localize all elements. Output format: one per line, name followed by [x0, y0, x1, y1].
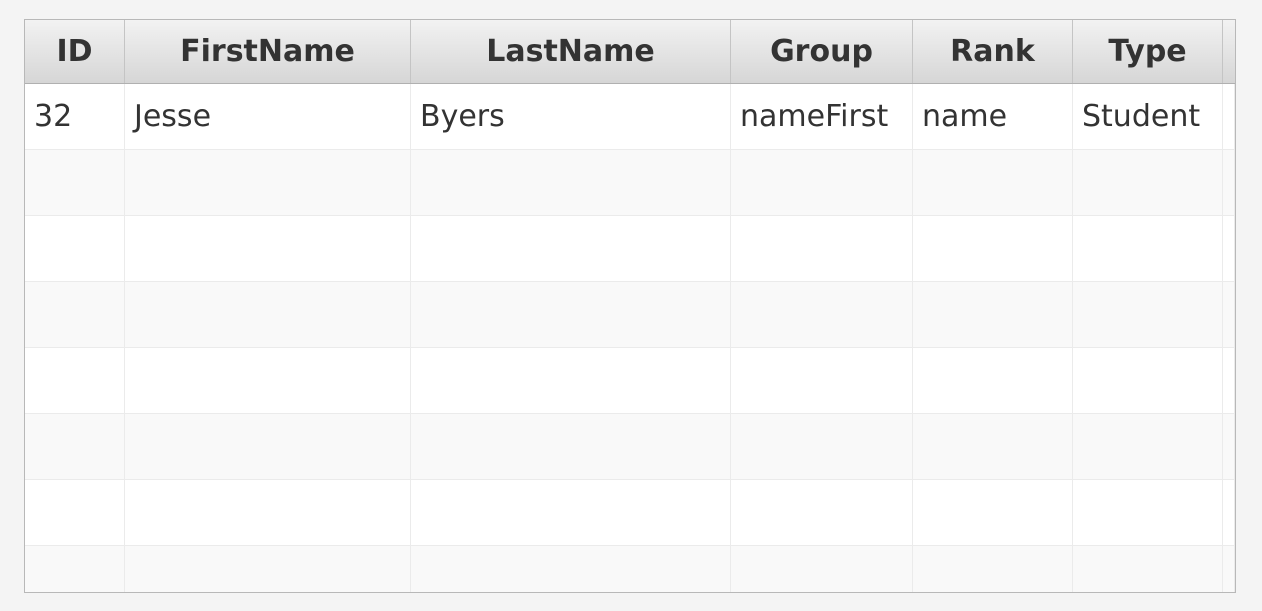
column-header-type[interactable]: Type — [1073, 20, 1223, 83]
empty-table-row — [25, 414, 1235, 480]
cell-firstname[interactable]: Jesse — [125, 84, 411, 149]
empty-cell — [1073, 150, 1223, 215]
empty-cell — [1073, 216, 1223, 281]
cell-rank[interactable]: name — [913, 84, 1073, 149]
empty-table-row — [25, 150, 1235, 216]
empty-cell — [731, 348, 913, 413]
empty-cell — [1073, 282, 1223, 347]
empty-cell — [125, 414, 411, 479]
empty-cell — [411, 216, 731, 281]
cell-filler — [1223, 348, 1235, 413]
cell-filler — [1223, 216, 1235, 281]
column-header-lastname[interactable]: LastName — [411, 20, 731, 83]
empty-cell — [913, 282, 1073, 347]
empty-cell — [913, 150, 1073, 215]
empty-cell — [411, 150, 731, 215]
empty-cell — [25, 150, 125, 215]
empty-cell — [125, 216, 411, 281]
empty-table-row — [25, 480, 1235, 546]
column-header-filler — [1223, 20, 1235, 83]
empty-cell — [731, 546, 913, 592]
empty-cell — [125, 348, 411, 413]
empty-cell — [411, 282, 731, 347]
empty-cell — [25, 414, 125, 479]
empty-cell — [25, 216, 125, 281]
cell-lastname[interactable]: Byers — [411, 84, 731, 149]
empty-cell — [913, 348, 1073, 413]
empty-cell — [913, 216, 1073, 281]
table-row[interactable]: 32 Jesse Byers nameFirst name Student — [25, 84, 1235, 150]
empty-cell — [25, 282, 125, 347]
column-header-group[interactable]: Group — [731, 20, 913, 83]
column-header-id[interactable]: ID — [25, 20, 125, 83]
empty-cell — [25, 348, 125, 413]
empty-cell — [913, 480, 1073, 545]
empty-cell — [1073, 414, 1223, 479]
empty-cell — [731, 282, 913, 347]
cell-filler — [1223, 546, 1235, 592]
empty-cell — [125, 546, 411, 592]
empty-cell — [25, 546, 125, 592]
empty-cell — [731, 480, 913, 545]
empty-table-row — [25, 348, 1235, 414]
cell-filler — [1223, 282, 1235, 347]
empty-table-row — [25, 216, 1235, 282]
column-header-rank[interactable]: Rank — [913, 20, 1073, 83]
empty-cell — [125, 150, 411, 215]
empty-table-row — [25, 282, 1235, 348]
cell-filler — [1223, 84, 1235, 149]
empty-cell — [913, 414, 1073, 479]
empty-cell — [411, 348, 731, 413]
data-table[interactable]: ID FirstName LastName Group Rank Type 32… — [24, 19, 1236, 593]
cell-type[interactable]: Student — [1073, 84, 1223, 149]
empty-cell — [731, 150, 913, 215]
empty-cell — [1073, 480, 1223, 545]
cell-filler — [1223, 150, 1235, 215]
empty-cell — [411, 480, 731, 545]
empty-cell — [125, 480, 411, 545]
empty-cell — [411, 546, 731, 592]
cell-group[interactable]: nameFirst — [731, 84, 913, 149]
empty-table-row — [25, 546, 1235, 592]
empty-cell — [25, 480, 125, 545]
cell-id[interactable]: 32 — [25, 84, 125, 149]
empty-cell — [731, 216, 913, 281]
table-header: ID FirstName LastName Group Rank Type — [25, 20, 1235, 84]
cell-filler — [1223, 480, 1235, 545]
column-header-firstname[interactable]: FirstName — [125, 20, 411, 83]
empty-cell — [731, 414, 913, 479]
empty-cell — [913, 546, 1073, 592]
cell-filler — [1223, 414, 1235, 479]
empty-cell — [125, 282, 411, 347]
empty-cell — [411, 414, 731, 479]
empty-cell — [1073, 348, 1223, 413]
empty-cell — [1073, 546, 1223, 592]
table-body: 32 Jesse Byers nameFirst name Student — [25, 84, 1235, 592]
